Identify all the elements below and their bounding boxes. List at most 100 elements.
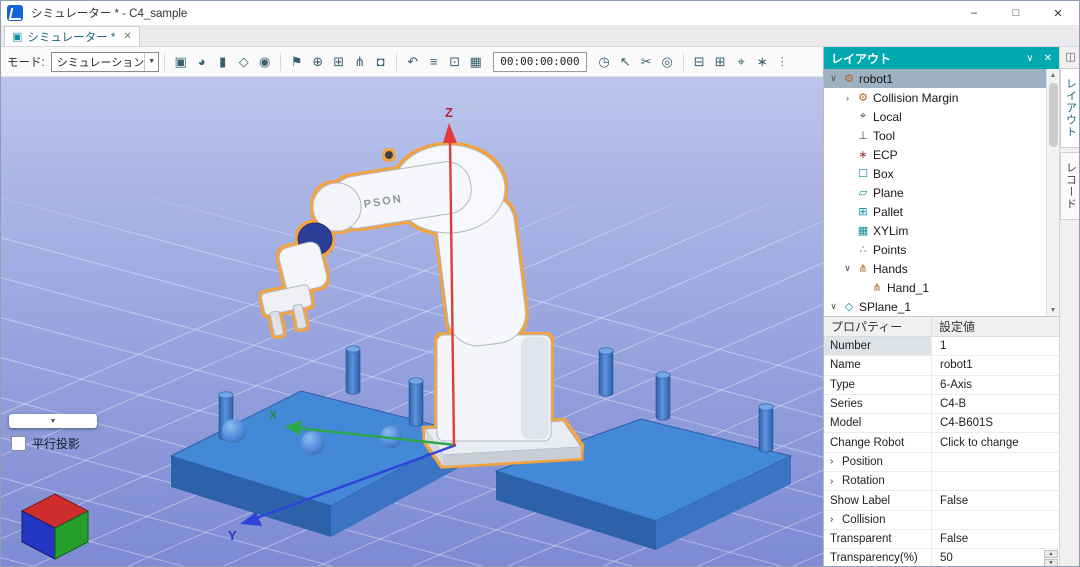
property-name[interactable]: Series: [824, 395, 932, 413]
pallet-icon[interactable]: ⊞: [328, 51, 349, 73]
property-name[interactable]: Model: [824, 414, 932, 432]
tree-item-xylim[interactable]: ▦XYLim: [824, 221, 1046, 240]
tree-scrollbar[interactable]: ▲ ▼: [1046, 69, 1059, 316]
undo-icon[interactable]: ↶: [402, 51, 423, 73]
spinner-up-icon[interactable]: ▲: [1044, 550, 1058, 558]
pick-cursor-icon[interactable]: ↖: [615, 51, 636, 73]
minimize-button[interactable]: –: [953, 1, 995, 25]
side-tab-record[interactable]: レコード: [1060, 152, 1080, 220]
property-value[interactable]: 6-Axis: [932, 376, 1059, 394]
dock-icon[interactable]: ◫: [1065, 50, 1075, 63]
chevron-right-icon[interactable]: ›: [830, 514, 839, 525]
center-icon[interactable]: ⌖: [731, 51, 752, 73]
cut-icon[interactable]: ✂: [636, 51, 657, 73]
property-value[interactable]: False: [932, 530, 1059, 548]
property-name-label: Number: [830, 340, 871, 352]
property-row-model: ModelC4-B601S: [824, 414, 1059, 433]
marker-icon[interactable]: ⊕: [307, 51, 328, 73]
plane-icon[interactable]: ◇: [233, 51, 254, 73]
cylinder-icon[interactable]: ▮: [212, 51, 233, 73]
property-value[interactable]: C4-B: [932, 395, 1059, 413]
tree-item-box[interactable]: ☐Box: [824, 164, 1046, 183]
eye-icon[interactable]: ◉: [254, 51, 275, 73]
target-icon[interactable]: ◎: [657, 51, 678, 73]
grid-snap-icon[interactable]: ⊞: [710, 51, 731, 73]
tree-item-pallet[interactable]: ⊞Pallet: [824, 202, 1046, 221]
property-value[interactable]: [932, 511, 1059, 529]
chevron-right-icon[interactable]: ›: [830, 456, 839, 467]
tree-item-local[interactable]: ⌖Local: [824, 107, 1046, 126]
tree-item-splane-1[interactable]: ∨◇SPlane_1: [824, 297, 1046, 316]
mode-dropdown[interactable]: シミュレーション ▼: [51, 52, 160, 72]
property-name[interactable]: Transparent: [824, 530, 932, 548]
chevron-down-icon[interactable]: ∨: [828, 301, 839, 312]
close-button[interactable]: ✕: [1037, 1, 1079, 25]
property-name[interactable]: ›Position: [824, 453, 932, 471]
camera-icon[interactable]: ◘: [370, 51, 391, 73]
tree-item-hands[interactable]: ∨⋔Hands: [824, 259, 1046, 278]
viewport-panel-collapse[interactable]: ▼: [9, 414, 97, 428]
property-name-label: Name: [830, 359, 861, 371]
tree-item-points[interactable]: ∴Points: [824, 240, 1046, 259]
property-name[interactable]: Number: [824, 337, 932, 355]
layout-panel-title: レイアウト: [831, 50, 891, 67]
3d-viewport-scene[interactable]: EPSON: [1, 77, 823, 567]
property-name[interactable]: Name: [824, 356, 932, 374]
parallel-projection-checkbox[interactable]: [11, 436, 26, 451]
property-value[interactable]: Click to change: [932, 433, 1059, 451]
side-tab-layout[interactable]: レイアウト: [1060, 68, 1080, 148]
property-name[interactable]: ›Collision: [824, 511, 932, 529]
tree-item-robot1[interactable]: ∨⚙robot1: [824, 69, 1046, 88]
chevron-right-icon[interactable]: ›: [830, 476, 839, 487]
tree-item-hand-1[interactable]: ⋔Hand_1: [824, 278, 1046, 297]
pallet-icon: ⊞: [856, 205, 870, 218]
property-name[interactable]: Change Robot: [824, 433, 932, 451]
toolbar-overflow-icon[interactable]: ⋮: [777, 55, 788, 68]
tree-item-tool[interactable]: ⊥Tool: [824, 126, 1046, 145]
property-name[interactable]: Type: [824, 376, 932, 394]
property-name[interactable]: Show Label: [824, 491, 932, 509]
scroll-up-icon[interactable]: ▲: [1050, 69, 1057, 81]
stack-icon[interactable]: ⊟: [689, 51, 710, 73]
sphere-view-icon[interactable]: ◕: [191, 51, 212, 73]
properties-panel: プロパティー 設定値 Number1Namerobot1Type6-AxisSe…: [824, 316, 1059, 566]
tab-simulator[interactable]: ▣ シミュレーター * ✕: [4, 26, 140, 46]
simulation-time-display: 00:00:00:000: [493, 52, 586, 72]
maximize-button[interactable]: □: [995, 1, 1037, 25]
property-value-label: 1: [940, 340, 946, 352]
scatter-icon[interactable]: ∗: [752, 51, 773, 73]
hand-tool-icon[interactable]: ⋔: [349, 51, 370, 73]
3d-viewport[interactable]: EPSON: [1, 77, 823, 567]
scrollbar-thumb[interactable]: [1049, 83, 1058, 147]
property-value[interactable]: [932, 472, 1059, 490]
frame-icon[interactable]: ⊡: [444, 51, 465, 73]
cube-view-icon[interactable]: ▣: [170, 51, 191, 73]
property-name[interactable]: Transparency(%): [824, 549, 932, 566]
list-icon[interactable]: ≡: [423, 51, 444, 73]
tree-item-ecp[interactable]: ∗ECP: [824, 145, 1046, 164]
property-value[interactable]: False: [932, 491, 1059, 509]
scroll-down-icon[interactable]: ▼: [1050, 304, 1057, 316]
tree-item-plane[interactable]: ▱Plane: [824, 183, 1046, 202]
property-value-label: Click to change: [940, 437, 1019, 449]
spinner-down-icon[interactable]: ▼: [1044, 559, 1058, 566]
property-value[interactable]: robot1: [932, 356, 1059, 374]
chevron-down-icon[interactable]: ∨: [842, 263, 853, 274]
property-value[interactable]: 50▲▼: [932, 549, 1059, 566]
clock-icon[interactable]: ◷: [594, 51, 615, 73]
panel-close-icon[interactable]: ✕: [1044, 53, 1052, 64]
spinner-control[interactable]: ▲▼: [1044, 550, 1058, 566]
tree-item-collision-margin[interactable]: ›⚙Collision Margin: [824, 88, 1046, 107]
property-value-label: robot1: [940, 359, 973, 371]
property-value[interactable]: [932, 453, 1059, 471]
chevron-right-icon[interactable]: ›: [842, 93, 853, 103]
orientation-cube[interactable]: [15, 489, 95, 561]
property-name[interactable]: ›Rotation: [824, 472, 932, 490]
property-value[interactable]: 1: [932, 337, 1059, 355]
chevron-down-icon[interactable]: ∨: [828, 73, 839, 84]
panel-chevron-down-icon[interactable]: ∨: [1026, 53, 1033, 64]
schedule-icon[interactable]: ▦: [465, 51, 486, 73]
flag-icon[interactable]: ⚑: [286, 51, 307, 73]
property-value[interactable]: C4-B601S: [932, 414, 1059, 432]
tab-close-icon[interactable]: ✕: [123, 31, 131, 42]
